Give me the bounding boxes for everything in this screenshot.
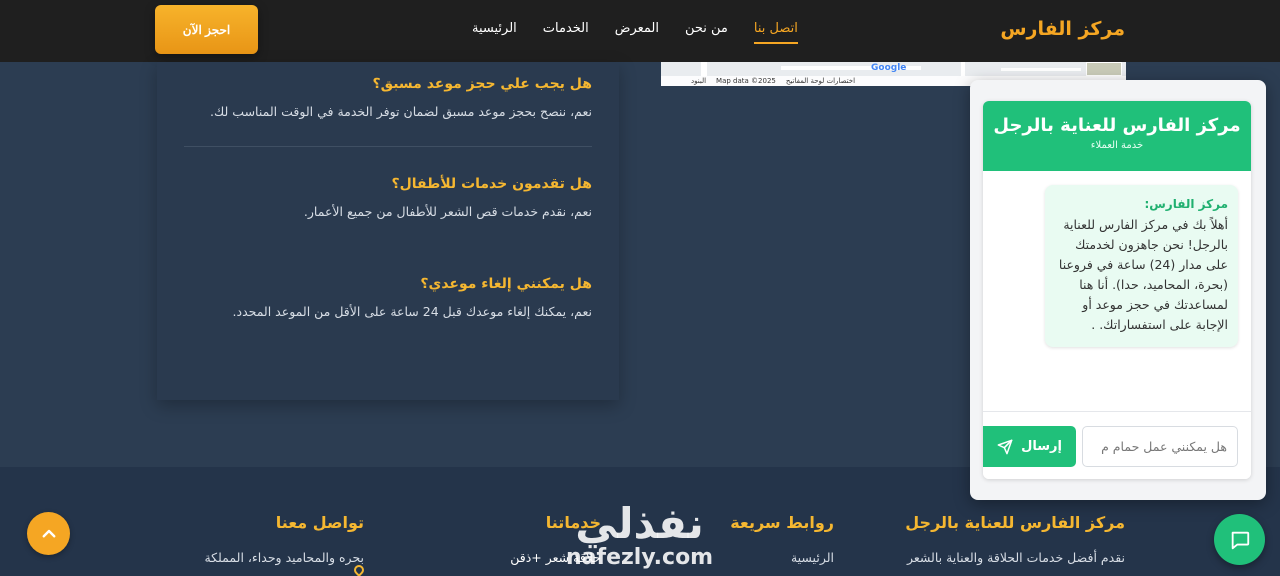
watermark-arabic: نفذلي <box>575 499 704 548</box>
nav-link-services[interactable]: الخدمات <box>543 21 589 44</box>
faq-question: هل يمكنني إلغاء موعدي؟ <box>420 276 592 292</box>
footer-about-text: نقدم أفضل خدمات الحلاقة والعناية بالشعر <box>906 550 1125 565</box>
navbar: مركز الفارس الرئيسية الخدمات المعرض من ن… <box>0 0 1280 62</box>
chat-title: مركز الفارس للعناية بالرجل <box>993 115 1241 136</box>
chat-message-text: أهلاً بك في مركز الفارس للعناية بالرجل! … <box>1058 217 1228 332</box>
footer-about-title: مركز الفارس للعناية بالرجل <box>905 513 1125 532</box>
nav-link-gallery[interactable]: المعرض <box>615 21 659 44</box>
book-now-button[interactable]: احجز الآن <box>155 5 258 54</box>
footer-contact-title: تواصل معنا <box>275 513 364 532</box>
map-shortcuts-link[interactable]: اختصارات لوحة المفاتيح <box>786 77 855 85</box>
faq-card: هل يجب علي حجز موعد مسبق؟ نعم، ننصح بحجز… <box>157 62 619 400</box>
footer-contact: تواصل معنا بحره والمحاميد وحداء، المملكة <box>204 513 364 565</box>
scroll-to-top-button[interactable] <box>27 512 70 555</box>
footer-link-home[interactable]: الرئيسية <box>730 550 834 565</box>
chat-input-row: إرسال <box>983 411 1251 479</box>
brand-logo-text[interactable]: مركز الفارس <box>1000 18 1125 40</box>
faq-question: هل يجب علي حجز موعد مسبق؟ <box>372 76 592 92</box>
main-nav: الرئيسية الخدمات المعرض من نحن اتصل بنا <box>472 21 798 44</box>
chat-subtitle: خدمة العملاء <box>1090 140 1144 151</box>
chat-message-input[interactable] <box>1082 426 1238 467</box>
map-terms-link[interactable]: البنود <box>691 77 706 85</box>
faq-item: هل يجب علي حجز موعد مسبق؟ نعم، ننصح بحجز… <box>182 76 592 119</box>
watermark: نفذلي nafezly.com <box>566 502 713 570</box>
chat-widget: مركز الفارس للعناية بالرجل خدمة العملاء … <box>970 80 1266 500</box>
faq-item: هل يمكنني إلغاء موعدي؟ نعم، يمكنك إلغاء … <box>182 276 592 319</box>
faq-answer: نعم، يمكنك إلغاء موعدك قبل 24 ساعة على ا… <box>232 304 592 319</box>
send-icon <box>997 439 1013 454</box>
google-logo: Google <box>871 63 907 73</box>
faq-answer: نعم، نقدم خدمات قص الشعر للأطفال من جميع… <box>303 204 592 219</box>
chat-send-button[interactable]: إرسال <box>983 426 1076 467</box>
chevron-up-icon <box>42 529 55 537</box>
faq-divider <box>184 146 592 147</box>
chat-panel: مركز الفارس للعناية بالرجل خدمة العملاء … <box>983 101 1251 479</box>
chat-messages[interactable]: مركز الفارس: أهلاً بك في مركز الفارس للع… <box>983 171 1251 411</box>
footer-quick-links: روابط سريعة الرئيسية <box>730 513 834 565</box>
chat-message-sender: مركز الفارس: <box>1144 197 1228 211</box>
map-road <box>961 62 965 76</box>
nav-link-about[interactable]: من نحن <box>685 21 728 44</box>
chat-message-bubble: مركز الفارس: أهلاً بك في مركز الفارس للع… <box>1045 185 1238 347</box>
watermark-latin: nafezly.com <box>566 545 714 570</box>
map-road <box>1001 68 1081 71</box>
faq-question: هل تقدمون خدمات للأطفال؟ <box>391 176 592 192</box>
footer-contact-address: بحره والمحاميد وحداء، المملكة <box>204 550 364 565</box>
chat-bubble-icon <box>1231 531 1249 549</box>
map-satellite-toggle[interactable] <box>1086 62 1122 76</box>
faq-answer: نعم، ننصح بحجز موعد مسبق لضمان توفر الخد… <box>210 104 592 119</box>
open-chat-button[interactable] <box>1214 514 1265 565</box>
map-road <box>701 62 707 76</box>
map-attribution: Map data ©2025 <box>716 77 776 85</box>
chat-header: مركز الفارس للعناية بالرجل خدمة العملاء <box>983 101 1251 171</box>
chat-send-label: إرسال <box>1021 439 1062 454</box>
faq-item: هل تقدمون خدمات للأطفال؟ نعم، نقدم خدمات… <box>182 176 592 219</box>
nav-link-contact[interactable]: اتصل بنا <box>753 21 798 44</box>
footer-about: مركز الفارس للعناية بالرجل نقدم أفضل خدم… <box>905 513 1125 565</box>
footer-quick-links-title: روابط سريعة <box>730 513 834 532</box>
nav-link-home[interactable]: الرئيسية <box>472 21 517 44</box>
